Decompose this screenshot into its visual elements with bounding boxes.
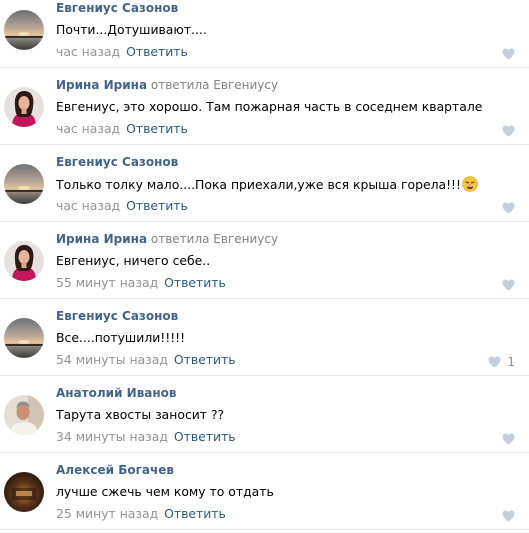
weary-face-emoji-icon	[462, 176, 478, 196]
comment-time[interactable]: 25 минут назад	[56, 506, 158, 521]
comment-time[interactable]: 55 минут назад	[56, 275, 158, 290]
comment-header: Евгениус Сазонов	[56, 309, 178, 324]
comments-list: Евгениус Сазонов Почти...Дотушивают.... …	[0, 0, 529, 530]
comment-item: Анатолий Иванов Тарута хвосты заносит ??…	[0, 376, 529, 453]
comment-header: Ирина Ирина ответила Евгениусу	[56, 232, 278, 247]
woman-avatar-image	[4, 241, 44, 281]
comment-meta: 25 минут назад Ответить	[56, 506, 226, 521]
avatar[interactable]	[4, 395, 44, 435]
comment-time[interactable]: час назад	[56, 44, 120, 59]
reply-button[interactable]: Ответить	[126, 44, 188, 59]
heart-icon	[488, 356, 501, 368]
comment-text: лучше сжечь чем кому то отдать	[56, 484, 274, 499]
heart-icon	[502, 202, 515, 214]
comment-time[interactable]: 54 минуты назад	[56, 352, 168, 367]
comment-meta: час назад Ответить	[56, 198, 188, 213]
comment-header: Ирина Ирина ответила Евгениусу	[56, 78, 278, 93]
comment-text: Почти...Дотушивают....	[56, 22, 207, 37]
comment-text: Только толку мало....Пока приехали,уже в…	[56, 176, 478, 196]
comment-item: Ирина Ирина ответила Евгениусу Евгениус,…	[0, 68, 529, 145]
reply-button[interactable]: Ответить	[126, 198, 188, 213]
comment-time[interactable]: час назад	[56, 121, 120, 136]
reply-button[interactable]: Ответить	[174, 352, 236, 367]
like-button[interactable]	[502, 278, 515, 292]
comment-meta: 55 минут назад Ответить	[56, 275, 226, 290]
comment-item: Евгениус Сазонов Все....потушили!!!!! 54…	[0, 299, 529, 376]
author-name[interactable]: Алексей Богачев	[56, 463, 174, 477]
avatar[interactable]	[4, 318, 44, 358]
comment-meta: час назад Ответить	[56, 121, 188, 136]
reply-button[interactable]: Ответить	[174, 429, 236, 444]
author-name[interactable]: Ирина Ирина	[56, 78, 147, 92]
man-avatar-image	[4, 395, 44, 435]
avatar[interactable]	[4, 87, 44, 127]
comment-item: Евгениус Сазонов Только толку мало....По…	[0, 145, 529, 222]
comment-time[interactable]: час назад	[56, 198, 120, 213]
comment-text: Евгениус, ничего себе..	[56, 253, 211, 268]
comment-text: Евгениус, это хорошо. Там пожарная часть…	[56, 99, 483, 114]
comment-meta: час назад Ответить	[56, 44, 188, 59]
comment-header: Алексей Богачев	[56, 463, 174, 478]
avatar[interactable]	[4, 241, 44, 281]
sunset-avatar-image	[4, 164, 44, 204]
sunset-avatar-image	[4, 10, 44, 50]
like-button[interactable]	[502, 124, 515, 138]
comment-text: Все....потушили!!!!!	[56, 330, 186, 345]
author-name[interactable]: Евгениус Сазонов	[56, 1, 178, 15]
dark-avatar-image	[4, 472, 44, 512]
author-name[interactable]: Анатолий Иванов	[56, 386, 177, 400]
comment-meta: 34 минуты назад Ответить	[56, 429, 236, 444]
woman-avatar-image	[4, 87, 44, 127]
like-button[interactable]	[502, 432, 515, 446]
comment-text-content: Только толку мало....Пока приехали,уже в…	[56, 177, 461, 192]
like-button[interactable]	[502, 201, 515, 215]
reply-to-label[interactable]: ответила Евгениусу	[151, 232, 278, 246]
like-count: 1	[507, 355, 515, 369]
like-button[interactable]: 1	[488, 355, 515, 369]
reply-button[interactable]: Ответить	[164, 506, 226, 521]
like-button[interactable]	[502, 509, 515, 523]
heart-icon	[502, 510, 515, 522]
comment-time[interactable]: 34 минуты назад	[56, 429, 168, 444]
heart-icon	[502, 433, 515, 445]
heart-icon	[502, 48, 515, 60]
comment-text: Тарута хвосты заносит ??	[56, 407, 225, 422]
author-name[interactable]: Евгениус Сазонов	[56, 155, 178, 169]
reply-to-label[interactable]: ответила Евгениусу	[151, 78, 278, 92]
reply-button[interactable]: Ответить	[164, 275, 226, 290]
comment-header: Анатолий Иванов	[56, 386, 177, 401]
comment-item: Евгениус Сазонов Почти...Дотушивают.... …	[0, 0, 529, 68]
comment-header: Евгениус Сазонов	[56, 155, 178, 170]
heart-icon	[502, 279, 515, 291]
avatar[interactable]	[4, 164, 44, 204]
comment-item: Ирина Ирина ответила Евгениусу Евгениус,…	[0, 222, 529, 299]
reply-button[interactable]: Ответить	[126, 121, 188, 136]
avatar[interactable]	[4, 10, 44, 50]
comment-header: Евгениус Сазонов	[56, 1, 178, 16]
sunset-avatar-image	[4, 318, 44, 358]
author-name[interactable]: Евгениус Сазонов	[56, 309, 178, 323]
avatar[interactable]	[4, 472, 44, 512]
comment-meta: 54 минуты назад Ответить	[56, 352, 236, 367]
heart-icon	[502, 125, 515, 137]
author-name[interactable]: Ирина Ирина	[56, 232, 147, 246]
like-button[interactable]	[502, 47, 515, 61]
comment-item: Алексей Богачев лучше сжечь чем кому то …	[0, 453, 529, 530]
